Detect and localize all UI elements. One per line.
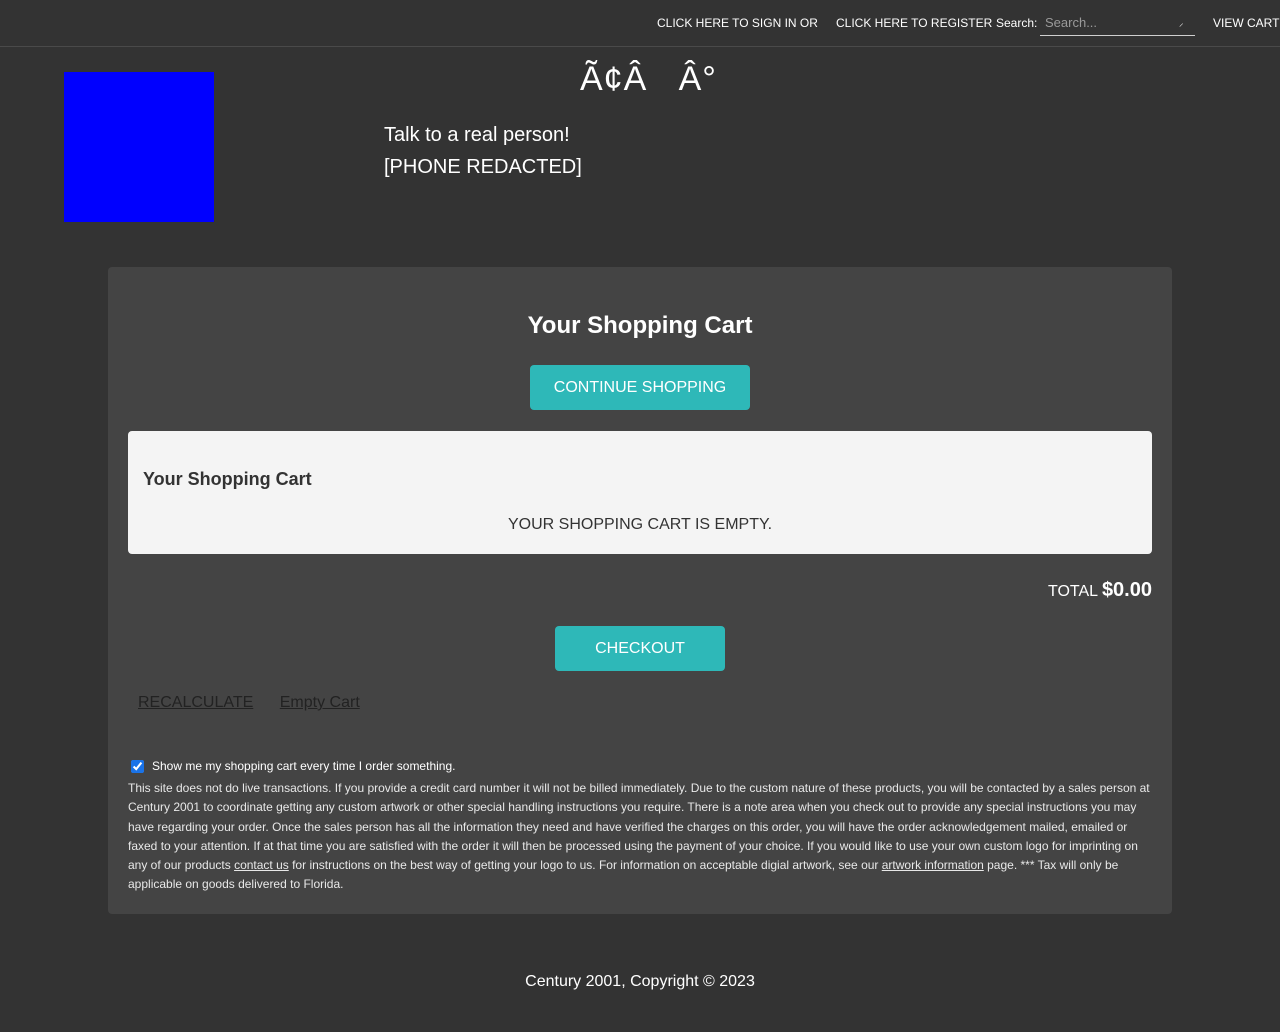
checkout-button[interactable]: CHECKOUT [555,626,725,671]
cart-total: TOTAL $0.00 [1048,579,1152,602]
contact-block: Talk to a real person! [PHONE REDACTED] [384,119,582,183]
cart-actions: RECALCULATE Empty Cart [138,694,382,712]
search-input[interactable] [1040,11,1170,33]
cart-contents-box: Your Shopping Cart YOUR SHOPPING CART IS… [128,431,1152,554]
talk-line: Talk to a real person! [384,124,570,146]
recalculate-link[interactable]: RECALCULATE [138,694,253,711]
show-cart-checkbox[interactable] [131,759,144,773]
sign-in-link[interactable]: CLICK HERE TO SIGN IN OR [657,16,818,30]
total-label: TOTAL [1047,583,1098,600]
cart-panel: Your Shopping Cart CONTINUE SHOPPING You… [108,267,1172,914]
show-cart-preference[interactable]: Show me my shopping cart every time I or… [131,759,455,773]
garbled-title: Ã¢Â Â° [580,60,717,98]
empty-cart-link[interactable]: Empty Cart [280,694,360,711]
search-submit-icon[interactable]: ⸝ [1179,16,1189,28]
empty-cart-message: YOUR SHOPPING CART IS EMPTY. [507,516,773,533]
notice-text-2: for instructions on the best way of gett… [288,858,882,873]
continue-shopping-button[interactable]: CONTINUE SHOPPING [530,365,750,410]
transaction-notice: This site does not do live transactions.… [128,779,1152,895]
search-box: ⸝ [1040,11,1195,36]
view-cart-link[interactable]: VIEW CART [1213,16,1279,30]
cart-box-title: Your Shopping Cart [143,469,312,489]
search-label: Search: [996,16,1038,30]
logo[interactable] [64,72,214,222]
footer-copyright: Century 2001, Copyright © 2023 [525,973,755,990]
total-amount: $0.00 [1101,579,1152,601]
page-title: Your Shopping Cart [527,312,753,339]
top-bar: CLICK HERE TO SIGN IN OR CLICK HERE TO R… [0,0,1280,47]
artwork-information-link[interactable]: artwork information [882,858,984,872]
phone-number: [PHONE REDACTED] [384,156,582,178]
contact-us-link[interactable]: contact us [234,858,289,872]
register-link[interactable]: CLICK HERE TO REGISTER [836,16,992,30]
show-cart-label: Show me my shopping cart every time I or… [152,759,456,773]
